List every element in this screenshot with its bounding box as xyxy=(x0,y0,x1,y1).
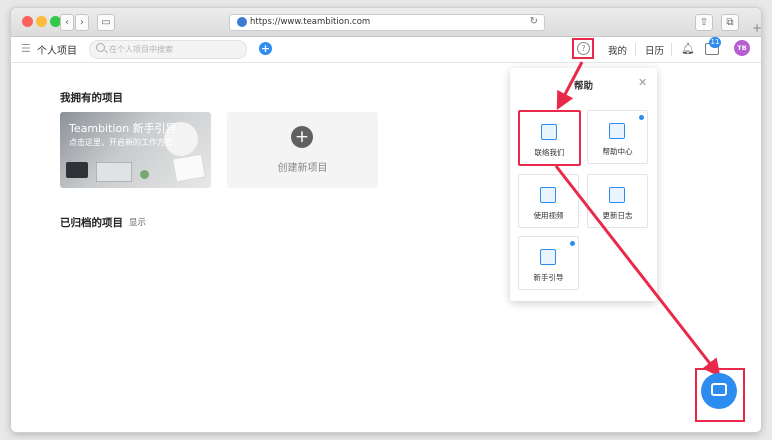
arrow-to-chat xyxy=(554,165,721,378)
annotation-arrows xyxy=(554,61,721,378)
arrow-to-contact xyxy=(556,61,584,110)
chat-bubble-icon xyxy=(711,383,727,396)
chat-widget-button[interactable] xyxy=(701,373,737,409)
